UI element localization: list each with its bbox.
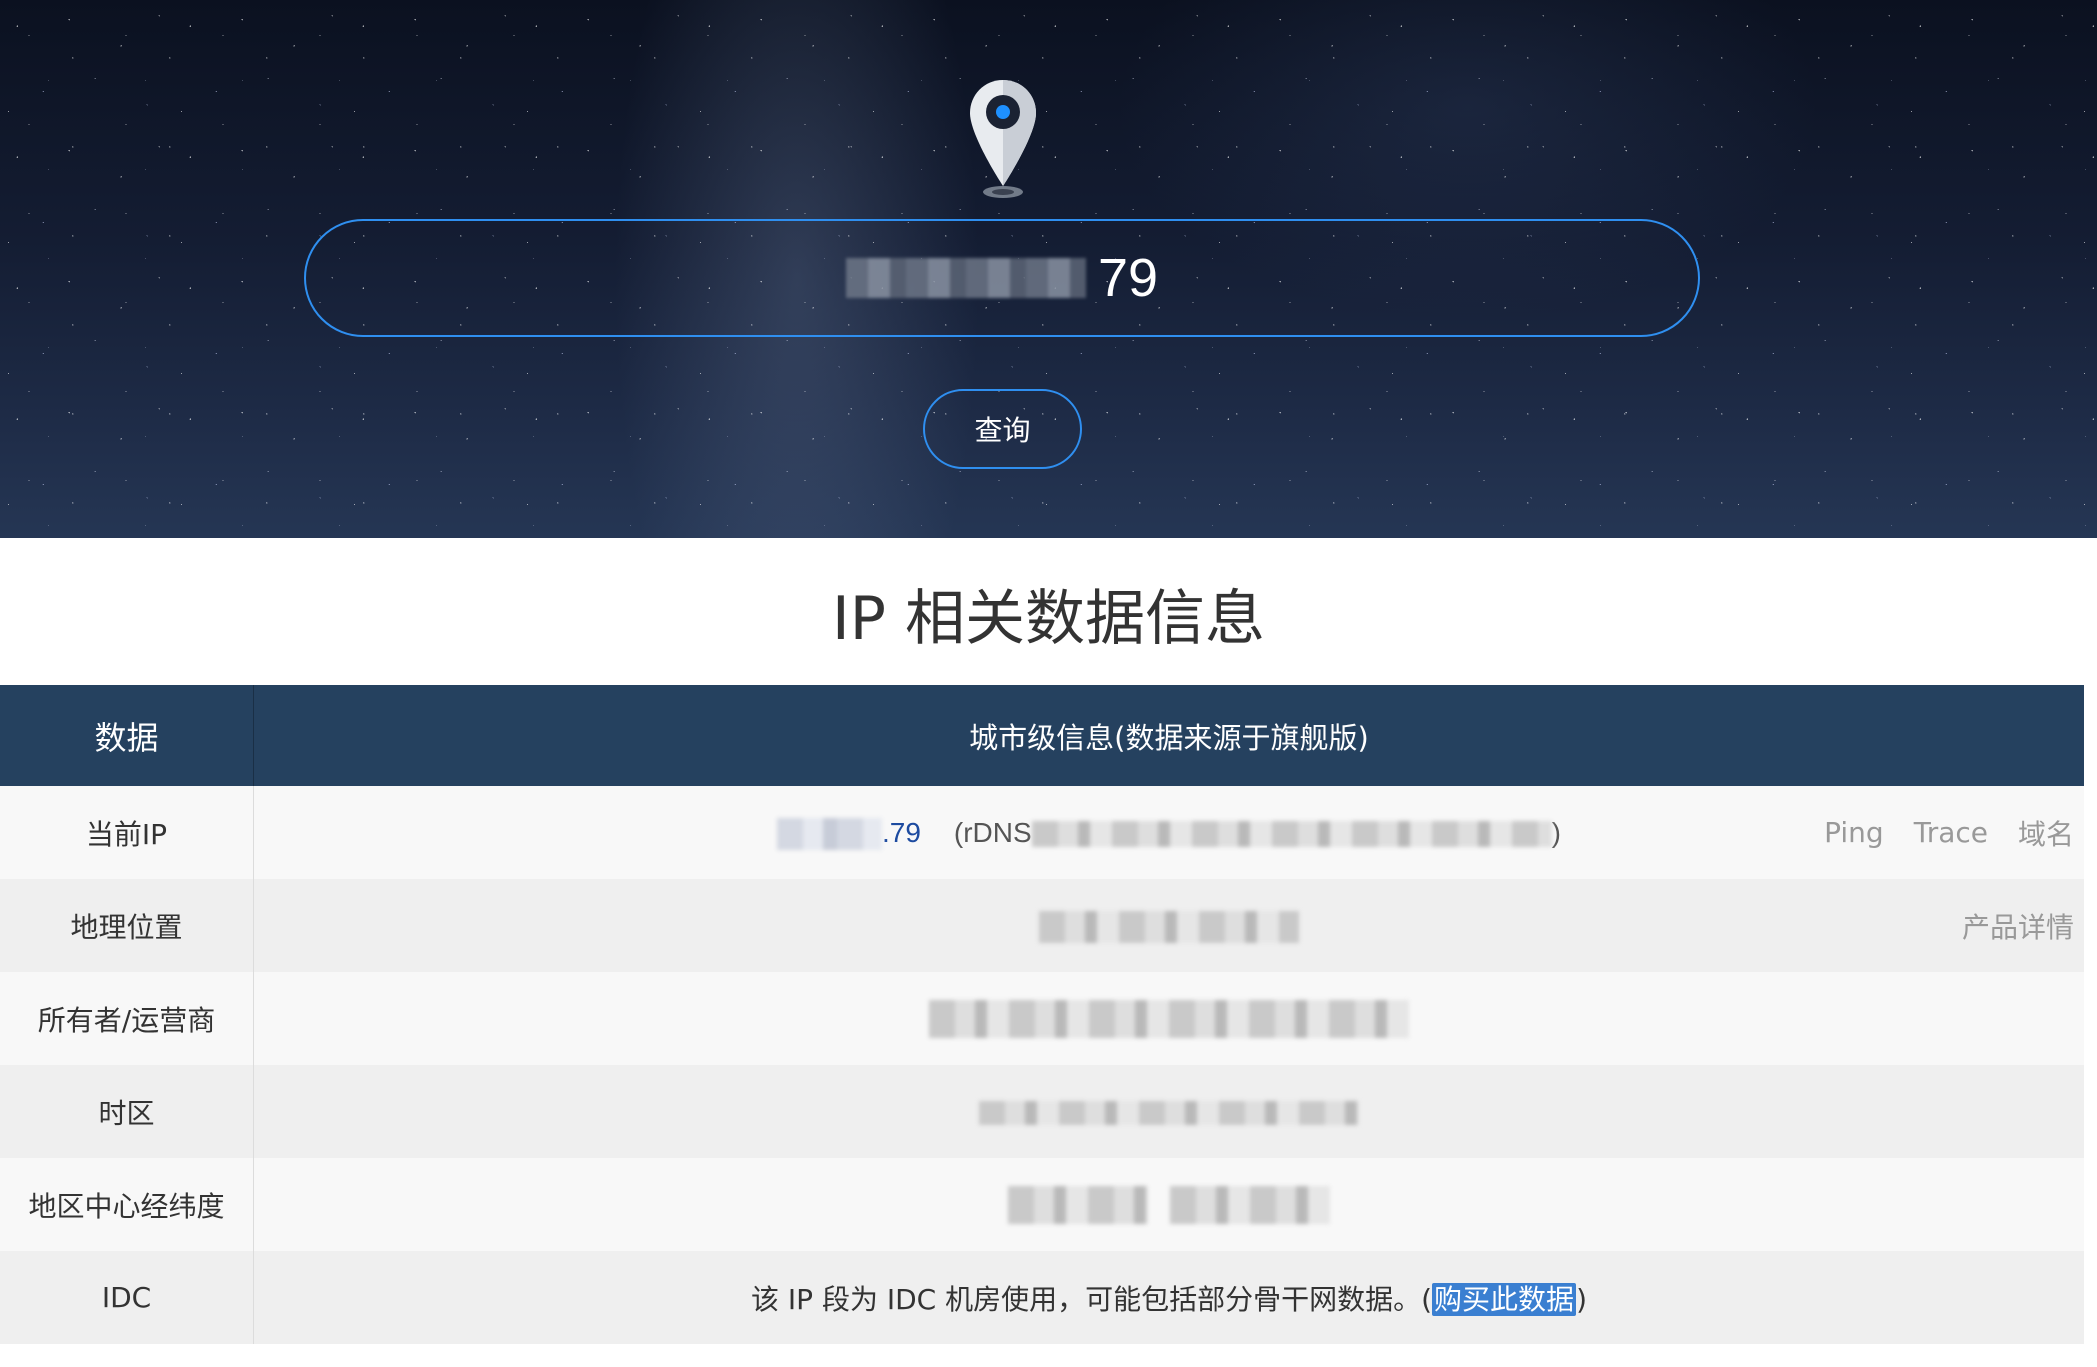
row-label-current-ip: 当前IP (0, 786, 254, 879)
ip-data-table: 数据 城市级信息(数据来源于旗舰版) 当前IP .79 (rDNS) Ping … (0, 685, 2084, 1344)
row-label-timezone: 时区 (0, 1065, 254, 1158)
table-row: 地区中心经纬度 (0, 1158, 2084, 1251)
table-row: 所有者/运营商 (0, 972, 2084, 1065)
rdns-close: ) (1551, 816, 1561, 848)
current-ip-cell: .79 (rDNS) Ping Trace 域名 (253, 786, 2084, 879)
owner-cell (253, 972, 2084, 1065)
row-label-owner: 所有者/运营商 (0, 972, 254, 1065)
ip-suffix: .79 (882, 816, 921, 848)
table-row: IDC 该 IP 段为 IDC 机房使用，可能包括部分骨干网数据。(购买此数据) (0, 1251, 2084, 1344)
table-row: 当前IP .79 (rDNS) Ping Trace 域名 (0, 786, 2084, 879)
row-label-coordinates: 地区中心经纬度 (0, 1158, 254, 1251)
location-cell: 产品详情 (253, 879, 2084, 972)
header-city-info: 城市级信息(数据来源于旗舰版) (253, 685, 2084, 786)
table-header-row: 数据 城市级信息(数据来源于旗舰版) (0, 685, 2084, 786)
row-label-idc: IDC (0, 1251, 254, 1344)
search-hero: 79 查询 (0, 0, 2097, 538)
query-button[interactable]: 查询 (923, 389, 1082, 469)
product-details-link[interactable]: 产品详情 (1962, 906, 2074, 946)
timezone-cell (253, 1065, 2084, 1158)
redacted-location (1039, 910, 1299, 943)
section-title: IP 相关数据信息 (832, 584, 1265, 654)
buy-data-link[interactable]: 购买此数据 (1432, 1282, 1577, 1316)
row-label-location: 地理位置 (0, 879, 254, 972)
redacted-ip (777, 817, 883, 850)
header-data: 数据 (0, 685, 254, 786)
table-row: 地理位置 产品详情 (0, 879, 2084, 972)
rdns-label: (rDNS (953, 816, 1032, 848)
redacted-longitude (1170, 1185, 1331, 1224)
ip-tool-links: Ping Trace 域名 (1824, 786, 2074, 879)
redacted-rdns (1031, 820, 1552, 847)
table-row: 时区 (0, 1065, 2084, 1158)
redacted-latitude (1007, 1185, 1148, 1224)
ping-link[interactable]: Ping (1824, 816, 1884, 849)
coordinates-cell (253, 1158, 2084, 1251)
idc-close-paren: ) (1576, 1282, 1587, 1316)
ip-search-input[interactable]: 79 (304, 219, 1700, 337)
product-links: 产品详情 (1962, 879, 2074, 972)
redacted-owner (929, 999, 1409, 1038)
idc-description: 该 IP 段为 IDC 机房使用，可能包括部分骨干网数据。( (751, 1282, 1433, 1316)
idc-cell: 该 IP 段为 IDC 机房使用，可能包括部分骨干网数据。(购买此数据) (253, 1251, 2084, 1344)
location-pin-icon (970, 80, 1036, 198)
ip-input-value: 79 (1097, 248, 1159, 308)
redacted-timezone (979, 1101, 1359, 1125)
redacted-ip-prefix (845, 258, 1086, 298)
domain-link[interactable]: 域名 (2018, 813, 2074, 853)
trace-link[interactable]: Trace (1914, 816, 1988, 849)
